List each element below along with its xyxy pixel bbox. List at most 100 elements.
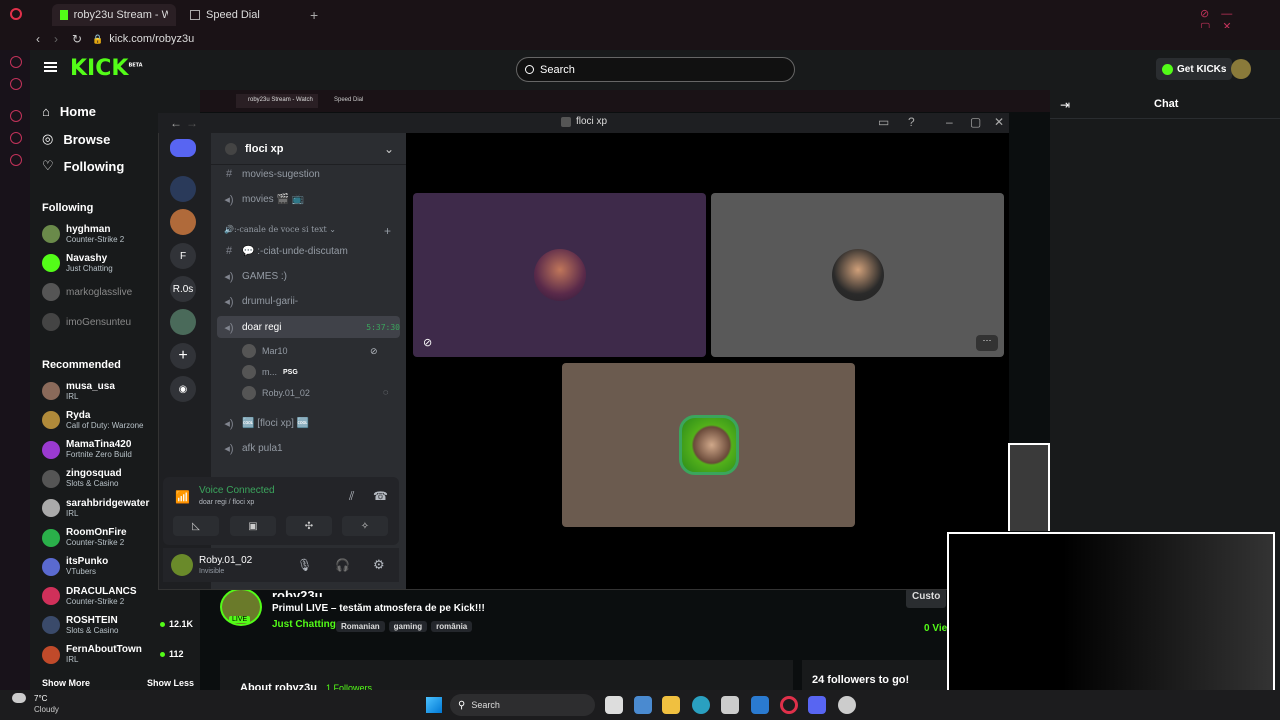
messenger-icon[interactable] (10, 78, 22, 90)
voice-channel[interactable]: ◂) doar regi 5:37:30 (217, 316, 400, 338)
voice-channel[interactable]: ◂) drumul-garii- (222, 290, 398, 312)
recommended-item[interactable]: MamaTina420 Fortnite Zero Build (42, 436, 192, 464)
microphone-icon[interactable]: 🎙 (297, 558, 312, 572)
search-box[interactable]: Search (516, 57, 795, 82)
close-icon[interactable]: ✕ (994, 115, 1004, 129)
inbox-icon[interactable]: ▭ (878, 115, 889, 129)
recommended-item[interactable]: sarahbridgewater IRL (42, 494, 192, 522)
url-field[interactable]: kick.com/robyz3u (109, 33, 194, 45)
store-icon[interactable] (721, 696, 739, 714)
voice-channel[interactable]: ◂) movies 🎬 📺 (222, 188, 398, 210)
tab-speed-dial[interactable]: Speed Dial (182, 4, 302, 26)
taskbar-search[interactable]: ⚲ Search (450, 694, 595, 716)
channel-label: movies-sugestion (242, 168, 320, 180)
voice-location[interactable]: doar regi / floci xp (199, 499, 254, 506)
server-icon[interactable]: F (170, 243, 196, 269)
start-button[interactable] (426, 697, 442, 713)
stream-category[interactable]: Just Chatting (272, 619, 336, 630)
task-view-icon[interactable] (605, 696, 623, 714)
recommended-item[interactable]: Ryda Call of Duty: Warzone (42, 406, 192, 434)
server-icon[interactable]: R.0s (170, 276, 196, 302)
text-channel[interactable]: # movies-sugestion (222, 163, 398, 185)
channel-name: hyghman (66, 223, 111, 235)
show-more-button[interactable]: Show More (42, 678, 90, 688)
forward-arrow-icon[interactable]: → (186, 116, 198, 130)
discord-taskbar-icon[interactable] (808, 696, 826, 714)
channel-category: IRL (66, 508, 79, 518)
member-avatar (242, 386, 256, 400)
channel-info: zingosquad Slots & Casino (66, 468, 122, 489)
video-preview-popup[interactable] (947, 532, 1275, 716)
new-tab-button[interactable]: + (310, 7, 318, 23)
back-arrow-icon[interactable]: ← (170, 116, 182, 130)
voice-member[interactable]: m... PSG (242, 363, 298, 381)
stream-title: Primul LIVE – testăm atmosfera de pe Kic… (272, 603, 485, 614)
screen-share-button[interactable]: ▣ (230, 516, 276, 536)
back-icon[interactable]: ‹ (36, 32, 40, 46)
widgets-icon[interactable] (634, 696, 652, 714)
reload-icon[interactable]: ↻ (72, 32, 82, 46)
participant-tile[interactable]: ⊘ (413, 193, 706, 357)
voice-channel[interactable]: ◂) 🆒 [floci xp] 🆒 (222, 412, 398, 434)
text-channel[interactable]: # 💬 :-ciat-unde-discutam (222, 240, 398, 262)
server-icon[interactable] (170, 209, 196, 235)
soundboard-button[interactable]: ✧ (342, 516, 388, 536)
user-avatar[interactable] (1231, 59, 1251, 79)
menu-icon[interactable] (44, 62, 57, 72)
noise-suppression-icon[interactable]: ⫽ (349, 489, 354, 504)
help-icon[interactable]: ? (908, 115, 915, 129)
file-explorer-icon[interactable] (662, 696, 680, 714)
gear-icon[interactable]: ⚙ (373, 557, 385, 573)
participant-tile-speaking[interactable] (562, 363, 855, 527)
forward-icon[interactable]: › (54, 32, 58, 46)
nav-following[interactable]: ♡ Following (42, 158, 124, 174)
workspace-icon[interactable] (10, 56, 22, 68)
get-kicks-button[interactable]: Get KICKs (1156, 58, 1233, 80)
server-header[interactable]: floci xp ⌄ (211, 133, 406, 165)
disconnect-icon[interactable]: ☎ (373, 489, 388, 503)
show-less-button[interactable]: Show Less (147, 678, 194, 688)
channel-name: RoomOnFire (66, 527, 127, 538)
category-header[interactable]: 🔊:-canale de voce si text ⌄ (224, 225, 336, 234)
voice-member[interactable]: Mar10 (242, 342, 288, 360)
history-icon[interactable] (10, 132, 22, 144)
tag[interactable]: românia (431, 621, 473, 632)
tag[interactable]: gaming (388, 621, 428, 632)
recommended-item[interactable]: musa_usa IRL (42, 377, 192, 405)
participant-tile[interactable]: ··· (711, 193, 1004, 357)
settings-icon[interactable] (10, 154, 22, 166)
collapse-chat-icon[interactable]: ⇥ (1060, 98, 1070, 112)
customize-button[interactable]: Custo (906, 588, 946, 608)
add-server-icon[interactable]: + (170, 343, 196, 369)
nav-browse[interactable]: ◎ Browse (42, 131, 110, 147)
maximize-icon[interactable]: ▢ (970, 115, 981, 129)
mail-icon[interactable] (751, 696, 769, 714)
recommended-item[interactable]: DRACULANCS Counter-Strike 2 (42, 582, 192, 610)
steam-icon[interactable] (838, 696, 856, 714)
voice-channel[interactable]: ◂) GAMES :) (222, 265, 398, 287)
recommended-item[interactable]: itsPunko VTubers (42, 553, 192, 581)
activities-button[interactable]: ✣ (286, 516, 332, 536)
voice-member[interactable]: Roby.01_02 (242, 384, 310, 402)
whatsapp-icon[interactable] (10, 110, 22, 122)
edge-icon[interactable] (692, 696, 710, 714)
voice-status[interactable]: Voice Connected (199, 485, 275, 496)
opera-taskbar-icon[interactable] (780, 696, 798, 714)
more-options-icon[interactable]: ··· (976, 335, 998, 351)
weather-temp[interactable]: 7°C (34, 694, 47, 703)
opera-logo-icon[interactable] (10, 8, 22, 20)
minimize-icon[interactable]: – (946, 115, 953, 129)
kick-logo[interactable]: KICKBETA (70, 56, 143, 81)
add-channel-icon[interactable]: + (384, 224, 391, 238)
tag[interactable]: Romanian (336, 621, 385, 632)
tab-kick[interactable]: roby23u Stream - Watch l (52, 4, 176, 26)
recommended-item[interactable]: RoomOnFire Counter-Strike 2 (42, 524, 192, 552)
nav-home[interactable]: ⌂ Home (42, 104, 96, 119)
headphones-icon[interactable]: 🎧 (335, 558, 350, 572)
discord-home-icon[interactable] (170, 139, 196, 157)
server-icon[interactable] (170, 176, 196, 202)
voice-channel[interactable]: ◂) afk pula1 (222, 437, 398, 459)
server-icon[interactable] (170, 309, 196, 335)
recommended-item[interactable]: zingosquad Slots & Casino (42, 465, 192, 493)
user-name[interactable]: Roby.01_02 (199, 555, 252, 566)
